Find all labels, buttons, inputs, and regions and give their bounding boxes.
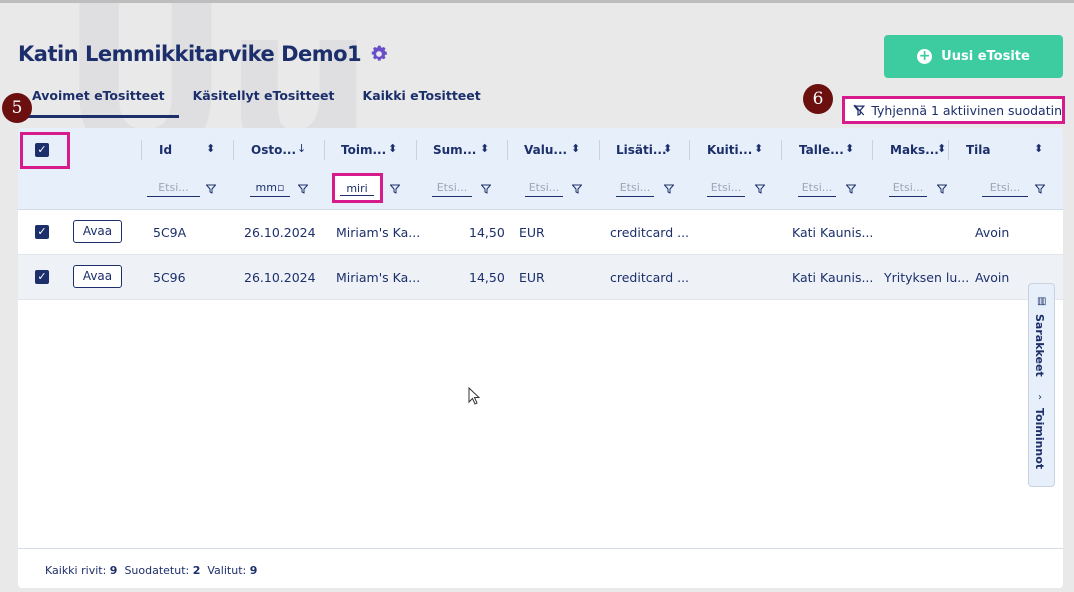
filter-icon[interactable]	[481, 184, 491, 194]
sort-icon[interactable]: ⬍	[571, 142, 580, 155]
vendor-filter-highlight: miri	[332, 173, 383, 203]
row-checkbox[interactable]: ✓	[35, 270, 49, 284]
page-title: Katin Lemmikkitarvike Demo1	[18, 42, 389, 66]
table-footer: Kaikki rivit: 9 Suodatetut: 2 Valitut: 9	[18, 548, 1063, 588]
clear-filter-button[interactable]: Tyhjennä 1 aktiivinen suodatin	[842, 96, 1065, 124]
cell-extra: creditcard ...	[610, 225, 690, 240]
gear-icon[interactable]	[369, 44, 389, 64]
filter-off-icon	[853, 104, 866, 116]
filter-input-status[interactable]: Etsi...	[982, 181, 1028, 197]
etosite-table: ✓ Id Osto... Toim... Sum... Valu... Lisä…	[18, 128, 1063, 588]
cell-saver: Kati Kaunis...	[792, 270, 874, 285]
column-header-id[interactable]: Id	[159, 143, 172, 157]
mouse-cursor-icon	[468, 387, 481, 405]
filter-icon[interactable]	[1035, 184, 1045, 194]
filter-input-payment[interactable]: Etsi...	[889, 181, 927, 197]
sort-icon[interactable]: ⬍	[845, 142, 854, 155]
column-header-currency[interactable]: Valu...	[524, 143, 567, 157]
step-badge-5: 5	[2, 93, 32, 123]
top-divider	[0, 0, 1074, 3]
new-etosite-label: Uusi eTosite	[941, 49, 1030, 64]
chevron-right-icon: ›	[1038, 392, 1042, 403]
filter-input-currency[interactable]: Etsi...	[525, 181, 563, 197]
tab-processed[interactable]: Käsitellyt eTositteet	[179, 80, 349, 118]
open-button[interactable]: Avaa	[73, 265, 122, 288]
filtered-label: Suodatetut:	[124, 564, 190, 577]
column-header-status[interactable]: Tila	[966, 143, 991, 157]
all-rows-value: 9	[109, 564, 118, 577]
cell-date: 26.10.2024	[244, 270, 316, 285]
cell-extra: creditcard ...	[610, 270, 690, 285]
sort-icon[interactable]: ⬍	[388, 142, 397, 155]
cell-id: 5C96	[153, 270, 186, 285]
tab-bar: Avoimet eTositteet Käsitellyt eTositteet…	[18, 80, 495, 118]
filtered-value: 2	[192, 564, 201, 577]
filter-input-sum[interactable]: Etsi...	[432, 181, 472, 197]
column-header-vendor[interactable]: Toim...	[341, 143, 386, 157]
columns-icon: ▥	[1037, 296, 1047, 307]
filter-icon[interactable]	[937, 184, 947, 194]
select-all-highlight	[20, 132, 70, 169]
filter-input-receipt[interactable]: Etsi...	[707, 181, 745, 197]
tab-all[interactable]: Kaikki eTositteet	[349, 80, 495, 118]
step-badge-6: 6	[803, 84, 833, 114]
cell-currency: EUR	[519, 225, 545, 240]
tab-open[interactable]: Avoimet eTositteet	[18, 80, 179, 118]
cell-id: 5C9A	[153, 225, 187, 240]
column-header-payment[interactable]: Maks...	[890, 143, 939, 157]
cell-date: 26.10.2024	[244, 225, 316, 240]
filter-icon[interactable]	[846, 184, 856, 194]
date-placeholder: mm	[255, 181, 277, 194]
sort-icon[interactable]: ⬍	[206, 142, 215, 155]
cell-payment: Yrityksen lu...	[884, 270, 970, 285]
column-header-saver[interactable]: Talle...	[799, 143, 844, 157]
column-header-receipt[interactable]: Kuiti...	[707, 143, 752, 157]
cell-saver: Kati Kaunis...	[792, 225, 874, 240]
filter-icon[interactable]	[664, 184, 674, 194]
table-row[interactable]: ✓ Avaa 5C96 26.10.2024 Miriam's Ka... 14…	[18, 255, 1063, 300]
new-etosite-button[interactable]: + Uusi eTosite	[884, 35, 1063, 78]
cell-sum: 14,50	[469, 225, 505, 240]
filter-icon[interactable]	[206, 184, 216, 194]
side-panel: ▥ Sarakkeet › Toiminnot	[1028, 283, 1055, 487]
filter-icon[interactable]	[390, 184, 400, 194]
selected-label: Valitut:	[207, 564, 247, 577]
all-rows-label: Kaikki rivit:	[45, 564, 107, 577]
open-button[interactable]: Avaa	[73, 220, 122, 243]
filter-icon[interactable]	[298, 184, 308, 194]
cell-vendor: Miriam's Ka...	[336, 225, 421, 240]
filter-icon[interactable]	[755, 184, 765, 194]
selected-value: 9	[249, 564, 258, 577]
filter-input-vendor[interactable]: miri	[340, 182, 374, 196]
cell-sum: 14,50	[469, 270, 505, 285]
filter-input-saver[interactable]: Etsi...	[798, 181, 836, 197]
sort-icon[interactable]: ⬍	[663, 142, 672, 155]
page-title-text: Katin Lemmikkitarvike Demo1	[18, 42, 362, 66]
cell-status: Avoin	[975, 270, 1010, 285]
column-header-purchase[interactable]: Osto...	[251, 143, 296, 157]
sort-icon[interactable]: ⬍	[754, 142, 763, 155]
table-row[interactable]: ✓ Avaa 5C9A 26.10.2024 Miriam's Ka... 14…	[18, 210, 1063, 255]
column-header-sum[interactable]: Sum...	[433, 143, 476, 157]
cell-currency: EUR	[519, 270, 545, 285]
table-header: ✓ Id Osto... Toim... Sum... Valu... Lisä…	[18, 128, 1063, 210]
filter-input-extra[interactable]: Etsi...	[616, 181, 654, 197]
sort-icon[interactable]: ⬍	[480, 142, 489, 155]
actions-panel-tab[interactable]: Toiminnot	[1033, 408, 1046, 469]
sort-desc-icon[interactable]: ↓	[297, 142, 306, 155]
cell-vendor: Miriam's Ka...	[336, 270, 421, 285]
columns-panel-tab[interactable]: Sarakkeet	[1033, 314, 1046, 377]
plus-circle-icon: +	[917, 48, 933, 64]
filter-input-id[interactable]: Etsi...	[147, 181, 200, 197]
column-header-extra[interactable]: Lisäti...	[616, 143, 667, 157]
calendar-icon[interactable]: ▫	[277, 181, 284, 194]
filter-input-purchase[interactable]: mm▫	[250, 181, 290, 197]
row-checkbox[interactable]: ✓	[35, 225, 49, 239]
sort-icon[interactable]: ⬍	[1034, 142, 1043, 155]
cell-status: Avoin	[975, 225, 1010, 240]
filter-icon[interactable]	[572, 184, 582, 194]
sort-icon[interactable]: ⬍	[937, 142, 946, 155]
clear-filter-label: Tyhjennä 1 aktiivinen suodatin	[871, 102, 1062, 118]
row-counts: Kaikki rivit: 9 Suodatetut: 2 Valitut: 9	[45, 564, 257, 577]
